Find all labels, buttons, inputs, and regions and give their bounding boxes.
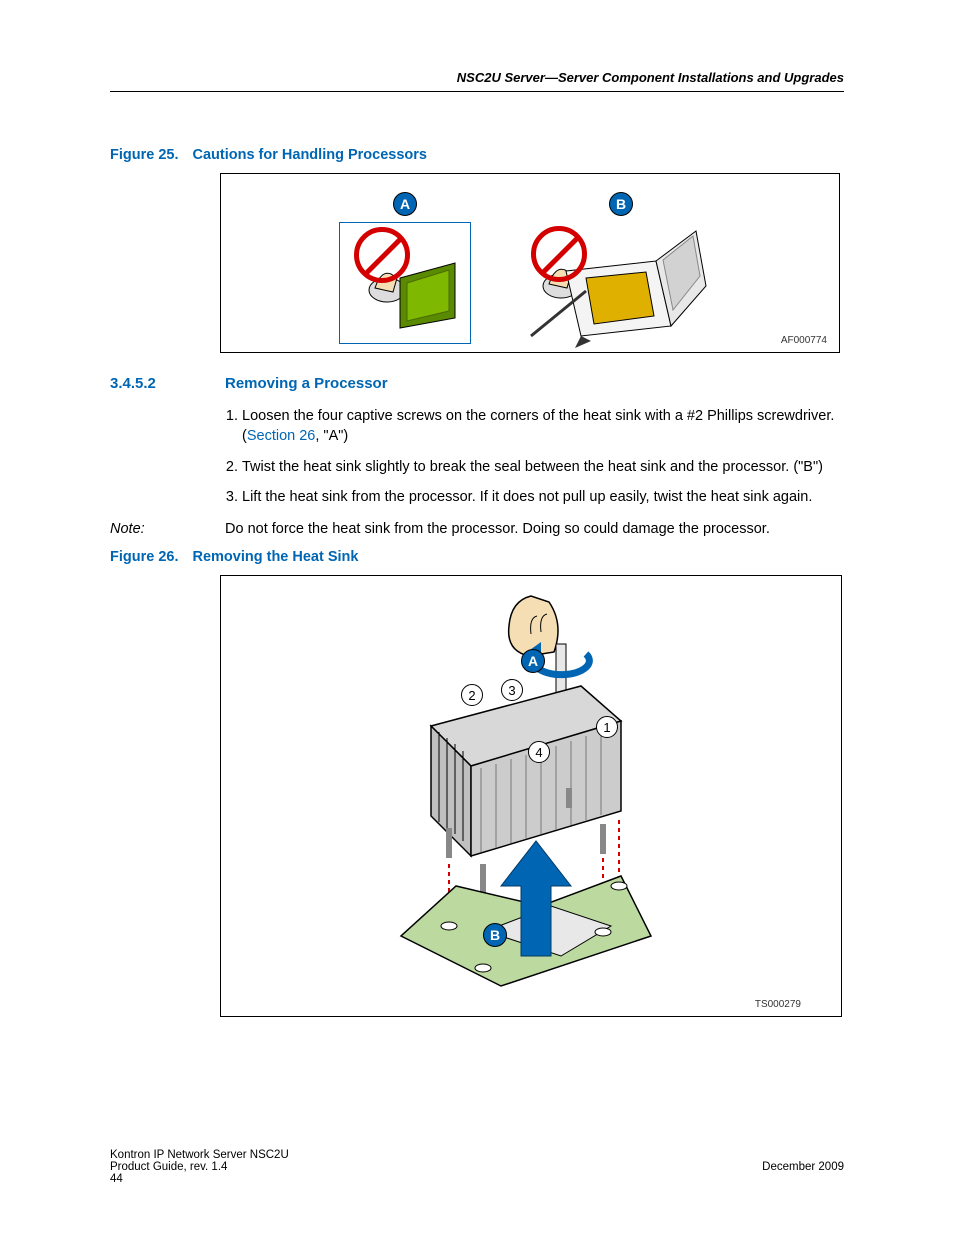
footer-date: December 2009 (762, 1161, 844, 1173)
step-1: Loosen the four captive screws on the co… (242, 406, 844, 447)
footer-guide: Product Guide, rev. 1.4 (110, 1161, 289, 1173)
footer-page-number: 44 (110, 1173, 289, 1185)
figure-25-panel-b: B (521, 192, 721, 356)
callout-a-icon: A (393, 192, 417, 216)
step-2: Twist the heat sink slightly to break th… (242, 457, 844, 477)
section-26-link[interactable]: Section 26 (247, 428, 316, 444)
footer-product: Kontron IP Network Server NSC2U (110, 1149, 289, 1161)
panel-a-box (339, 222, 471, 344)
figure-25-panel-a: A (339, 192, 471, 344)
image-reference: TS000279 (755, 999, 801, 1010)
note-text: Do not force the heat sink from the proc… (225, 521, 770, 537)
note: Note: Do not force the heat sink from th… (110, 521, 844, 537)
callout-b-icon: B (483, 923, 507, 947)
figure-title: Removing the Heat Sink (193, 549, 359, 565)
note-label: Note: (110, 521, 225, 537)
prohibit-icon (354, 227, 410, 283)
section-heading: 3.4.5.2 Removing a Processor (110, 375, 844, 392)
step-3: Lift the heat sink from the processor. I… (242, 487, 844, 507)
figure-26: A 3 2 1 4 B TS000279 (220, 575, 842, 1017)
page-footer: Kontron IP Network Server NSC2U Product … (110, 1149, 844, 1185)
callout-b-icon: B (609, 192, 633, 216)
panel-b-box (521, 216, 721, 356)
figure-26-caption: Figure 26. Removing the Heat Sink (110, 549, 844, 565)
image-reference: AF000774 (781, 335, 827, 346)
procedure-list: Loosen the four captive screws on the co… (220, 406, 844, 507)
section-title: Removing a Processor (225, 375, 388, 392)
heat-sink-removal-illustration (221, 576, 841, 1016)
figure-25: A B (220, 173, 840, 353)
figure-25-caption: Figure 25. Cautions for Handling Process… (110, 147, 844, 163)
section-number: 3.4.5.2 (110, 375, 205, 392)
running-header: NSC2U Server—Server Component Installati… (110, 70, 844, 92)
prohibit-icon (531, 226, 587, 282)
figure-label: Figure 26. (110, 549, 179, 565)
figure-label: Figure 25. (110, 147, 179, 163)
callout-a-icon: A (521, 649, 545, 673)
figure-title: Cautions for Handling Processors (193, 147, 427, 163)
